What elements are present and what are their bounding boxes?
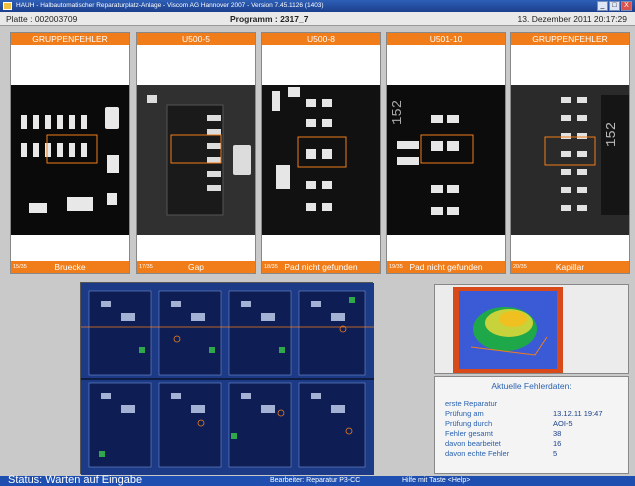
- panel-defect-label: Bruecke: [54, 262, 86, 272]
- panel-counter: 18/35: [264, 264, 278, 270]
- panel-counter: 19/35: [389, 264, 403, 270]
- row-value: 13.12.11 19:47: [553, 409, 603, 418]
- fehlerdaten-title: Aktuelle Fehlerdaten:: [491, 381, 572, 391]
- panel-defect-label: Pad nicht gefunden: [284, 262, 358, 272]
- panel-header: U500-5: [137, 33, 255, 45]
- panel-counter: 17/35: [139, 264, 153, 270]
- panel-footer: 15/35 Bruecke: [11, 261, 129, 273]
- minimize-button[interactable]: _: [597, 1, 608, 11]
- fehlerdaten-row: davon echte Fehler 5: [445, 449, 625, 459]
- row-value: 38: [553, 429, 562, 438]
- svg-text:152: 152: [390, 100, 406, 125]
- panel-footer: 20/35 Kapillar: [511, 261, 629, 273]
- defect-image: [262, 85, 380, 235]
- defect-image: [137, 85, 255, 235]
- defect-panel-3[interactable]: U500-8 18/35 Pad nicht gefunden: [261, 32, 381, 274]
- window-controls: _ □ X: [597, 1, 632, 11]
- row-value: AOI-5: [553, 419, 573, 428]
- status-user: Bearbeiter: Reparatur P3-CC: [270, 477, 361, 484]
- panel-header: U500-8: [262, 33, 380, 45]
- panel-header: GRUPPENFEHLER: [11, 33, 129, 45]
- status-help: Hilfe mit Taste <Help>: [402, 477, 471, 484]
- defect-panel-2[interactable]: U500-5 17/35 Gap: [136, 32, 256, 274]
- app-icon: [3, 2, 12, 10]
- info-bar: Platte : 002003709 Programm : 2317_7 13.…: [0, 12, 635, 26]
- fehlerdaten-row: Prüfung am 13.12.11 19:47: [445, 409, 625, 419]
- row-value: 16: [553, 439, 562, 448]
- row-value: 5: [553, 449, 558, 458]
- platte-label: Platte : 002003709: [6, 14, 78, 24]
- programm-label: Programm : 2317_7: [230, 14, 309, 24]
- panel-footer: 17/35 Gap: [137, 261, 255, 273]
- row-key: davon echte Fehler: [445, 449, 510, 458]
- pcb-board-view[interactable]: [80, 282, 374, 475]
- fehlerdaten-row: Prüfung durch AOI-5: [445, 419, 625, 429]
- row-key: Prüfung durch: [445, 419, 493, 428]
- fehlerdaten-row: Fehler gesamt 38: [445, 429, 625, 439]
- defect-image: 152: [511, 85, 629, 235]
- 3d-defect-view[interactable]: [434, 284, 629, 374]
- maximize-button[interactable]: □: [609, 1, 620, 11]
- status-bar: Status: Warten auf Eingabe Bearbeiter: R…: [0, 474, 635, 486]
- defect-image: 152: [387, 85, 505, 235]
- panel-footer: 19/35 Pad nicht gefunden: [387, 261, 505, 273]
- fehlerdaten-row: erste Reparatur: [445, 399, 625, 409]
- row-key: Fehler gesamt: [445, 429, 493, 438]
- panel-defect-label: Pad nicht gefunden: [409, 262, 483, 272]
- panel-header: U501-10: [387, 33, 505, 45]
- row-key: Prüfung am: [445, 409, 484, 418]
- defect-panel-1[interactable]: GRUPPENFEHLER 15/35 Bruecke: [10, 32, 130, 274]
- panel-header: GRUPPENFEHLER: [511, 33, 629, 45]
- panel-defect-label: Kapillar: [555, 262, 585, 272]
- defect-panel-4[interactable]: U501-10 152 19/35 Pad nicht gefunden: [386, 32, 506, 274]
- fehlerdaten-box: Aktuelle Fehlerdaten: erste Reparatur Pr…: [434, 376, 629, 474]
- window-titlebar: HAUH - Halbautomatischer Reparaturplatz-…: [0, 0, 635, 12]
- defect-panel-5[interactable]: GRUPPENFEHLER 152 20/35 Kapillar: [510, 32, 630, 274]
- status-text: Status: Warten auf Eingabe: [8, 474, 143, 486]
- window-title: HAUH - Halbautomatischer Reparaturplatz-…: [16, 2, 324, 9]
- close-button[interactable]: X: [621, 1, 632, 11]
- svg-text:152: 152: [604, 122, 620, 147]
- fehlerdaten-rows: erste Reparatur Prüfung am 13.12.11 19:47…: [445, 399, 625, 459]
- row-key: davon bearbeitet: [445, 439, 501, 448]
- panel-counter: 15/35: [13, 264, 27, 270]
- defect-image: [11, 85, 129, 235]
- panel-counter: 20/35: [513, 264, 527, 270]
- panel-footer: 18/35 Pad nicht gefunden: [262, 261, 380, 273]
- fehlerdaten-row: davon bearbeitet 16: [445, 439, 625, 449]
- row-key: erste Reparatur: [445, 399, 498, 408]
- datetime-label: 13. Dezember 2011 20:17:29: [517, 14, 627, 24]
- panel-defect-label: Gap: [187, 262, 205, 272]
- defect-panels: GRUPPENFEHLER 15/35 Bruecke U500-5 17/35…: [10, 32, 630, 274]
